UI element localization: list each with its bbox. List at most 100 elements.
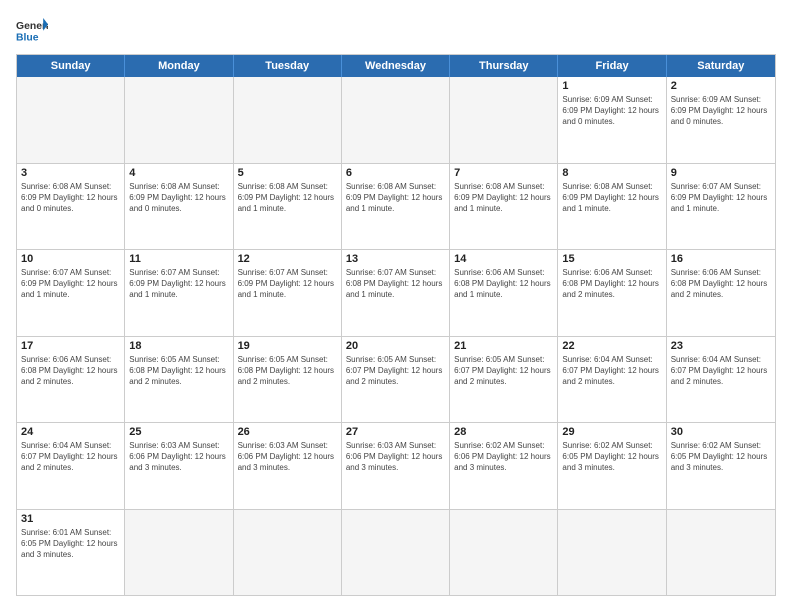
day-info: Sunrise: 6:02 AM Sunset: 6:05 PM Dayligh…: [671, 440, 771, 474]
empty-cell: [17, 77, 125, 163]
day-number: 7: [454, 167, 553, 179]
day-number: 12: [238, 253, 337, 265]
day-cell-29: 29Sunrise: 6:02 AM Sunset: 6:05 PM Dayli…: [558, 423, 666, 509]
day-number: 28: [454, 426, 553, 438]
day-cell-10: 10Sunrise: 6:07 AM Sunset: 6:09 PM Dayli…: [17, 250, 125, 336]
day-info: Sunrise: 6:01 AM Sunset: 6:05 PM Dayligh…: [21, 527, 120, 561]
day-info: Sunrise: 6:05 AM Sunset: 6:08 PM Dayligh…: [129, 354, 228, 388]
day-cell-31: 31 Sunrise: 6:01 AM Sunset: 6:05 PM Dayli…: [17, 510, 125, 596]
day-info: Sunrise: 6:04 AM Sunset: 6:07 PM Dayligh…: [562, 354, 661, 388]
day-info: Sunrise: 6:07 AM Sunset: 6:09 PM Dayligh…: [671, 181, 771, 215]
day-number: 18: [129, 340, 228, 352]
day-cell-13: 13 Sunrise: 6:07 AM Sunset: 6:08 PM Dayli…: [342, 250, 450, 336]
calendar-row-0: 1Sunrise: 6:09 AM Sunset: 6:09 PM Daylig…: [17, 77, 775, 164]
day-info: Sunrise: 6:07 AM Sunset: 6:09 PM Dayligh…: [21, 267, 120, 301]
day-number: 20: [346, 340, 445, 352]
day-info: Sunrise: 6:04 AM Sunset: 6:07 PM Dayligh…: [671, 354, 771, 388]
empty-cell: [342, 77, 450, 163]
day-header-wednesday: Wednesday: [342, 55, 450, 77]
day-cell-28: 28Sunrise: 6:02 AM Sunset: 6:06 PM Dayli…: [450, 423, 558, 509]
day-cell-9: 9 Sunrise: 6:07 AM Sunset: 6:09 PM Daylig…: [667, 164, 775, 250]
day-cell-14: 14 Sunrise: 6:06 AM Sunset: 6:08 PM Dayli…: [450, 250, 558, 336]
day-number: 11: [129, 253, 228, 265]
day-cell-22: 22 Sunrise: 6:04 AM Sunset: 6:07 PM Dayli…: [558, 337, 666, 423]
empty-cell: [125, 510, 233, 596]
day-info: Sunrise: 6:03 AM Sunset: 6:06 PM Dayligh…: [346, 440, 445, 474]
day-number: 25: [129, 426, 228, 438]
day-info: Sunrise: 6:08 AM Sunset: 6:09 PM Dayligh…: [238, 181, 337, 215]
empty-cell: [558, 510, 666, 596]
day-number: 22: [562, 340, 661, 352]
day-number: 16: [671, 253, 771, 265]
day-info: Sunrise: 6:06 AM Sunset: 6:08 PM Dayligh…: [671, 267, 771, 301]
day-number: 9: [671, 167, 771, 179]
day-info: Sunrise: 6:07 AM Sunset: 6:08 PM Dayligh…: [346, 267, 445, 301]
day-number: 2: [671, 80, 771, 92]
day-number: 27: [346, 426, 445, 438]
calendar-page: General Blue SundayMondayTuesdayWednesda…: [0, 0, 792, 612]
calendar-row-2: 10Sunrise: 6:07 AM Sunset: 6:09 PM Dayli…: [17, 250, 775, 337]
day-cell-6: 6 Sunrise: 6:08 AM Sunset: 6:09 PM Daylig…: [342, 164, 450, 250]
day-info: Sunrise: 6:05 AM Sunset: 6:07 PM Dayligh…: [346, 354, 445, 388]
day-number: 6: [346, 167, 445, 179]
day-number: 8: [562, 167, 661, 179]
day-number: 19: [238, 340, 337, 352]
calendar-row-3: 17 Sunrise: 6:06 AM Sunset: 6:08 PM Dayli…: [17, 337, 775, 424]
empty-cell: [342, 510, 450, 596]
day-info: Sunrise: 6:07 AM Sunset: 6:09 PM Dayligh…: [238, 267, 337, 301]
day-cell-5: 5 Sunrise: 6:08 AM Sunset: 6:09 PM Daylig…: [234, 164, 342, 250]
empty-cell: [450, 510, 558, 596]
day-number: 3: [21, 167, 120, 179]
day-cell-24: 24 Sunrise: 6:04 AM Sunset: 6:07 PM Dayli…: [17, 423, 125, 509]
day-cell-8: 8 Sunrise: 6:08 AM Sunset: 6:09 PM Daylig…: [558, 164, 666, 250]
svg-text:Blue: Blue: [16, 32, 39, 43]
calendar-header-row: SundayMondayTuesdayWednesdayThursdayFrid…: [17, 55, 775, 77]
day-info: Sunrise: 6:04 AM Sunset: 6:07 PM Dayligh…: [21, 440, 120, 474]
day-cell-19: 19Sunrise: 6:05 AM Sunset: 6:08 PM Dayli…: [234, 337, 342, 423]
day-number: 1: [562, 80, 661, 92]
day-number: 21: [454, 340, 553, 352]
day-info: Sunrise: 6:08 AM Sunset: 6:09 PM Dayligh…: [562, 181, 661, 215]
day-cell-15: 15Sunrise: 6:06 AM Sunset: 6:08 PM Dayli…: [558, 250, 666, 336]
day-cell-4: 4Sunrise: 6:08 AM Sunset: 6:09 PM Daylig…: [125, 164, 233, 250]
logo-icon: General Blue: [16, 16, 48, 44]
day-info: Sunrise: 6:05 AM Sunset: 6:07 PM Dayligh…: [454, 354, 553, 388]
page-header: General Blue: [16, 16, 776, 44]
day-cell-2: 2Sunrise: 6:09 AM Sunset: 6:09 PM Daylig…: [667, 77, 775, 163]
day-info: Sunrise: 6:03 AM Sunset: 6:06 PM Dayligh…: [238, 440, 337, 474]
day-number: 17: [21, 340, 120, 352]
day-cell-21: 21 Sunrise: 6:05 AM Sunset: 6:07 PM Dayli…: [450, 337, 558, 423]
day-number: 24: [21, 426, 120, 438]
calendar-grid: SundayMondayTuesdayWednesdayThursdayFrid…: [16, 54, 776, 596]
day-header-thursday: Thursday: [450, 55, 558, 77]
day-number: 13: [346, 253, 445, 265]
day-info: Sunrise: 6:02 AM Sunset: 6:05 PM Dayligh…: [562, 440, 661, 474]
day-cell-26: 26Sunrise: 6:03 AM Sunset: 6:06 PM Dayli…: [234, 423, 342, 509]
day-cell-20: 20 Sunrise: 6:05 AM Sunset: 6:07 PM Dayli…: [342, 337, 450, 423]
day-cell-25: 25Sunrise: 6:03 AM Sunset: 6:06 PM Dayli…: [125, 423, 233, 509]
day-number: 14: [454, 253, 553, 265]
day-info: Sunrise: 6:06 AM Sunset: 6:08 PM Dayligh…: [454, 267, 553, 301]
day-number: 5: [238, 167, 337, 179]
day-cell-16: 16 Sunrise: 6:06 AM Sunset: 6:08 PM Dayli…: [667, 250, 775, 336]
day-header-sunday: Sunday: [17, 55, 125, 77]
day-info: Sunrise: 6:08 AM Sunset: 6:09 PM Dayligh…: [454, 181, 553, 215]
day-cell-12: 12 Sunrise: 6:07 AM Sunset: 6:09 PM Dayli…: [234, 250, 342, 336]
day-number: 15: [562, 253, 661, 265]
day-cell-30: 30 Sunrise: 6:02 AM Sunset: 6:05 PM Dayli…: [667, 423, 775, 509]
day-number: 31: [21, 513, 120, 525]
day-info: Sunrise: 6:08 AM Sunset: 6:09 PM Dayligh…: [346, 181, 445, 215]
day-cell-18: 18 Sunrise: 6:05 AM Sunset: 6:08 PM Dayli…: [125, 337, 233, 423]
day-info: Sunrise: 6:08 AM Sunset: 6:09 PM Dayligh…: [129, 181, 228, 215]
empty-cell: [667, 510, 775, 596]
day-number: 30: [671, 426, 771, 438]
calendar-row-4: 24 Sunrise: 6:04 AM Sunset: 6:07 PM Dayli…: [17, 423, 775, 510]
empty-cell: [450, 77, 558, 163]
day-cell-7: 7 Sunrise: 6:08 AM Sunset: 6:09 PM Daylig…: [450, 164, 558, 250]
day-header-friday: Friday: [558, 55, 666, 77]
day-info: Sunrise: 6:06 AM Sunset: 6:08 PM Dayligh…: [21, 354, 120, 388]
day-cell-3: 3Sunrise: 6:08 AM Sunset: 6:09 PM Daylig…: [17, 164, 125, 250]
day-number: 23: [671, 340, 771, 352]
empty-cell: [234, 510, 342, 596]
calendar-body: 1Sunrise: 6:09 AM Sunset: 6:09 PM Daylig…: [17, 77, 775, 595]
